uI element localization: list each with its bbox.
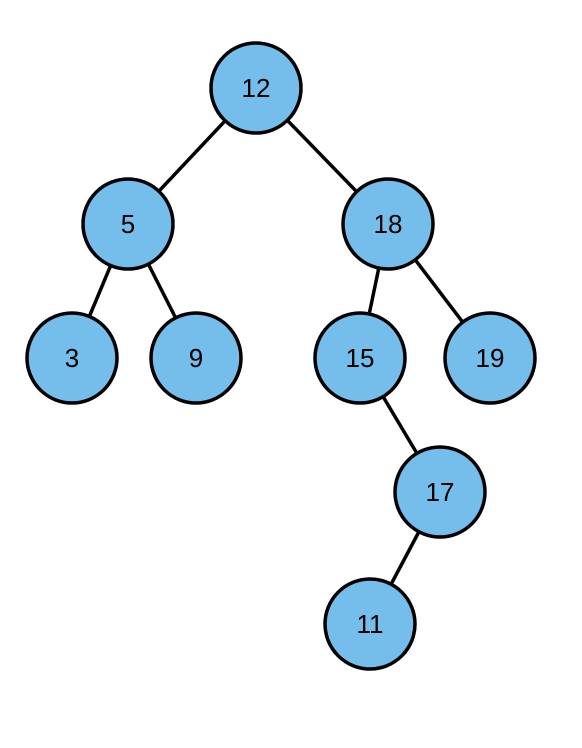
node-label: 5: [121, 209, 135, 239]
tree-node: 9: [151, 313, 241, 403]
node-label: 12: [242, 73, 271, 103]
tree-node: 17: [395, 447, 485, 537]
binary-tree-diagram: 12 5 18 3 9 15 19 17 11: [0, 0, 582, 748]
node-label: 9: [189, 343, 203, 373]
tree-node: 3: [27, 313, 117, 403]
tree-node: 12: [211, 43, 301, 133]
tree-edge: [415, 260, 462, 322]
tree-node: 19: [445, 313, 535, 403]
tree-edge: [148, 264, 175, 318]
tree-edge: [383, 397, 417, 454]
tree-node: 5: [83, 179, 173, 269]
node-label: 3: [65, 343, 79, 373]
tree-edge: [287, 120, 356, 191]
tree-node: 18: [343, 179, 433, 269]
tree-edge: [89, 266, 110, 317]
node-label: 19: [476, 343, 505, 373]
node-label: 18: [374, 209, 403, 239]
tree-edge: [369, 268, 379, 314]
tree-edge: [391, 532, 419, 584]
tree-node: 15: [315, 313, 405, 403]
node-label: 15: [346, 343, 375, 373]
node-label: 17: [426, 477, 455, 507]
tree-edge: [159, 121, 225, 191]
tree-node: 11: [325, 579, 415, 669]
nodes-layer: 12 5 18 3 9 15 19 17 11: [27, 43, 535, 669]
node-label: 11: [357, 609, 384, 639]
